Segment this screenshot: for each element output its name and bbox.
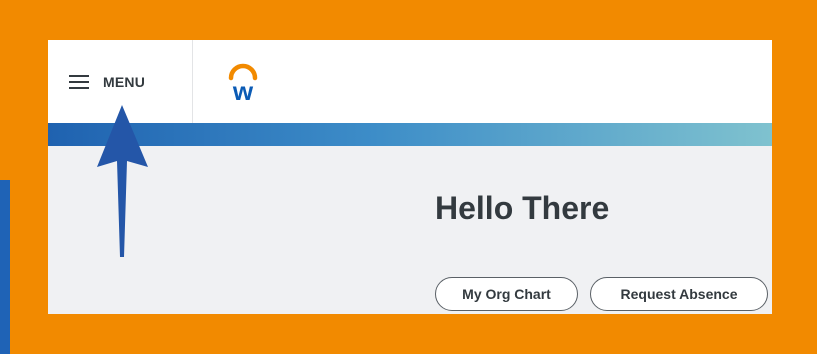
left-edge-strip (0, 180, 10, 354)
workday-logo[interactable]: w (223, 60, 263, 104)
app-window: MENU w Hello There My Org Chart Request … (48, 40, 772, 314)
menu-label: MENU (103, 73, 146, 90)
hamburger-icon (69, 74, 89, 89)
header-gradient-band (48, 123, 772, 146)
my-org-chart-button[interactable]: My Org Chart (435, 277, 578, 311)
logo-letter: w (232, 76, 254, 104)
top-header: MENU w (48, 40, 772, 123)
request-absence-button[interactable]: Request Absence (590, 277, 768, 311)
page-greeting: Hello There (435, 190, 610, 226)
pointer-arrow-icon (97, 105, 148, 257)
